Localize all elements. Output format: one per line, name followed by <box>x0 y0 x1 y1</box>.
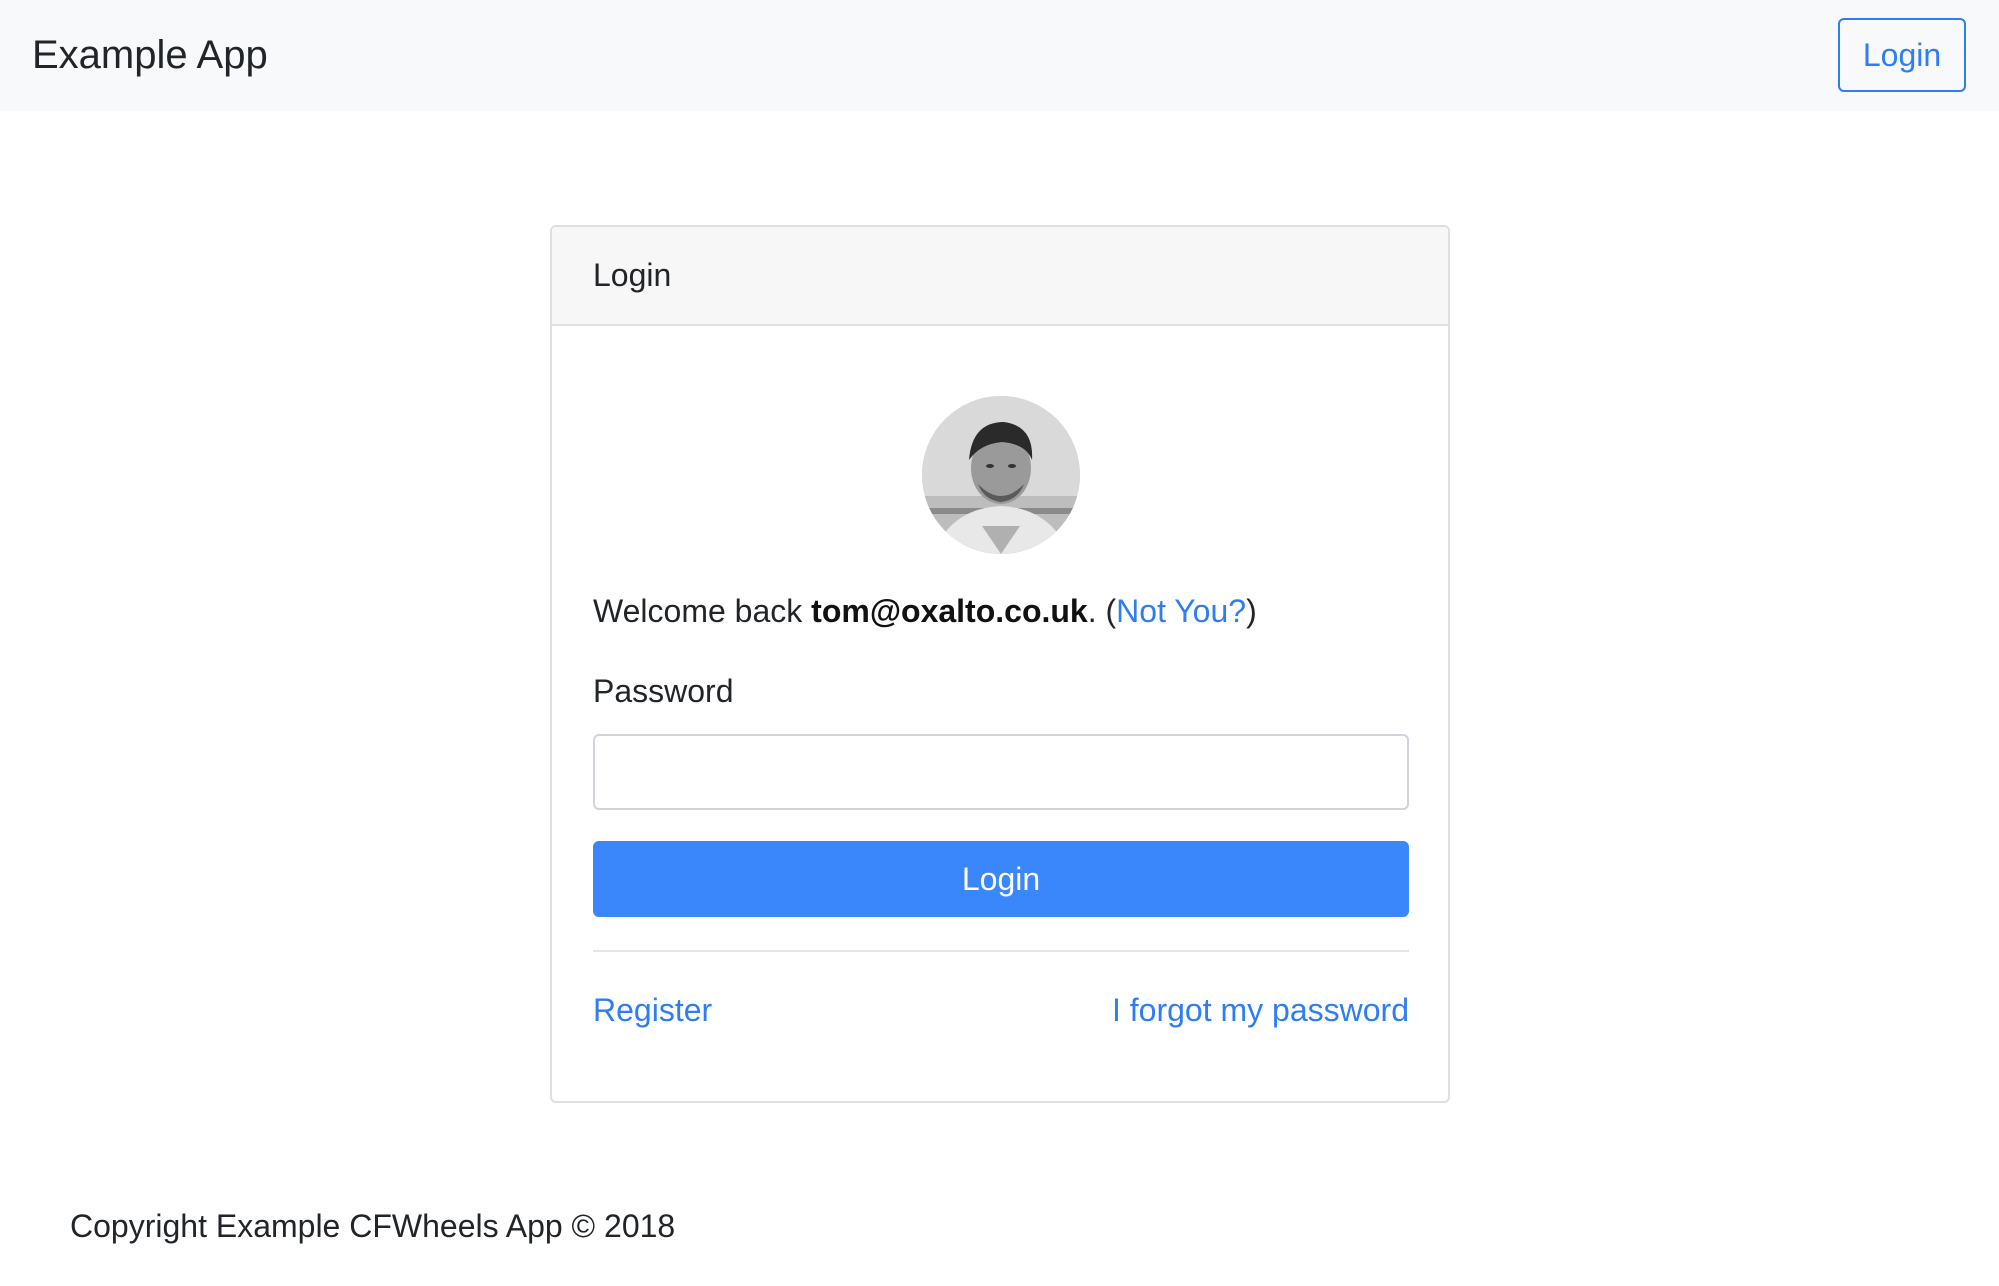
not-you-link[interactable]: Not You? <box>1116 593 1246 629</box>
avatar <box>922 396 1080 554</box>
close-paren: ) <box>1246 593 1257 629</box>
welcome-prefix: Welcome back <box>593 593 812 629</box>
welcome-suffix: . ( <box>1087 593 1117 629</box>
forgot-password-link[interactable]: I forgot my password <box>1112 989 1409 1031</box>
password-input[interactable] <box>593 734 1409 810</box>
password-label: Password <box>593 673 734 709</box>
user-photo-icon <box>922 396 1080 554</box>
register-link[interactable]: Register <box>593 989 712 1031</box>
login-card: Login Welcome back tom@oxalto.co.uk. (No… <box>550 225 1450 1103</box>
login-submit-button[interactable]: Login <box>593 841 1409 917</box>
welcome-message: Welcome back tom@oxalto.co.uk. (Not You?… <box>593 590 1257 632</box>
navbar-brand[interactable]: Example App <box>32 30 268 80</box>
divider <box>593 950 1409 952</box>
card-title: Login <box>593 257 672 293</box>
footer-copyright: Copyright Example CFWheels App © 2018 <box>70 1208 676 1244</box>
navbar-login-button[interactable]: Login <box>1838 18 1966 92</box>
user-email: tom@oxalto.co.uk <box>811 593 1088 629</box>
navbar: Example App Login <box>0 0 1999 111</box>
card-header: Login <box>552 227 1448 326</box>
